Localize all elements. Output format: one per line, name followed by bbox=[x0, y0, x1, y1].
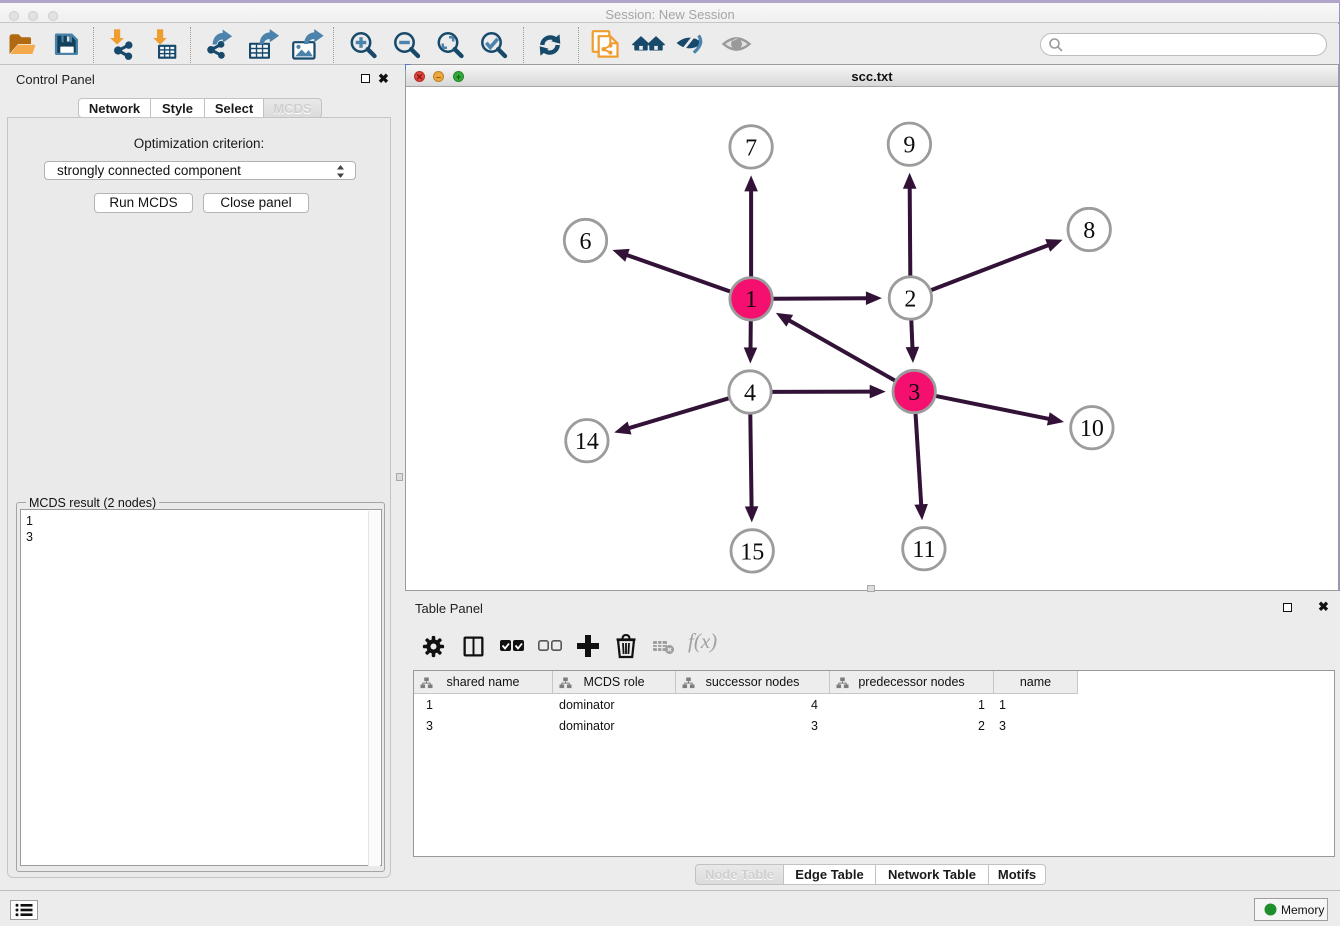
svg-text:1: 1 bbox=[745, 287, 757, 313]
svg-text:10: 10 bbox=[1080, 416, 1104, 442]
svg-text:2: 2 bbox=[904, 286, 916, 312]
svg-text:14: 14 bbox=[575, 429, 599, 455]
svg-text:7: 7 bbox=[745, 135, 757, 161]
svg-text:11: 11 bbox=[912, 537, 935, 563]
svg-text:8: 8 bbox=[1083, 218, 1095, 244]
svg-text:9: 9 bbox=[903, 133, 915, 159]
svg-text:6: 6 bbox=[580, 229, 592, 255]
svg-text:3: 3 bbox=[908, 380, 920, 406]
svg-text:15: 15 bbox=[740, 539, 764, 565]
svg-text:4: 4 bbox=[744, 380, 756, 406]
